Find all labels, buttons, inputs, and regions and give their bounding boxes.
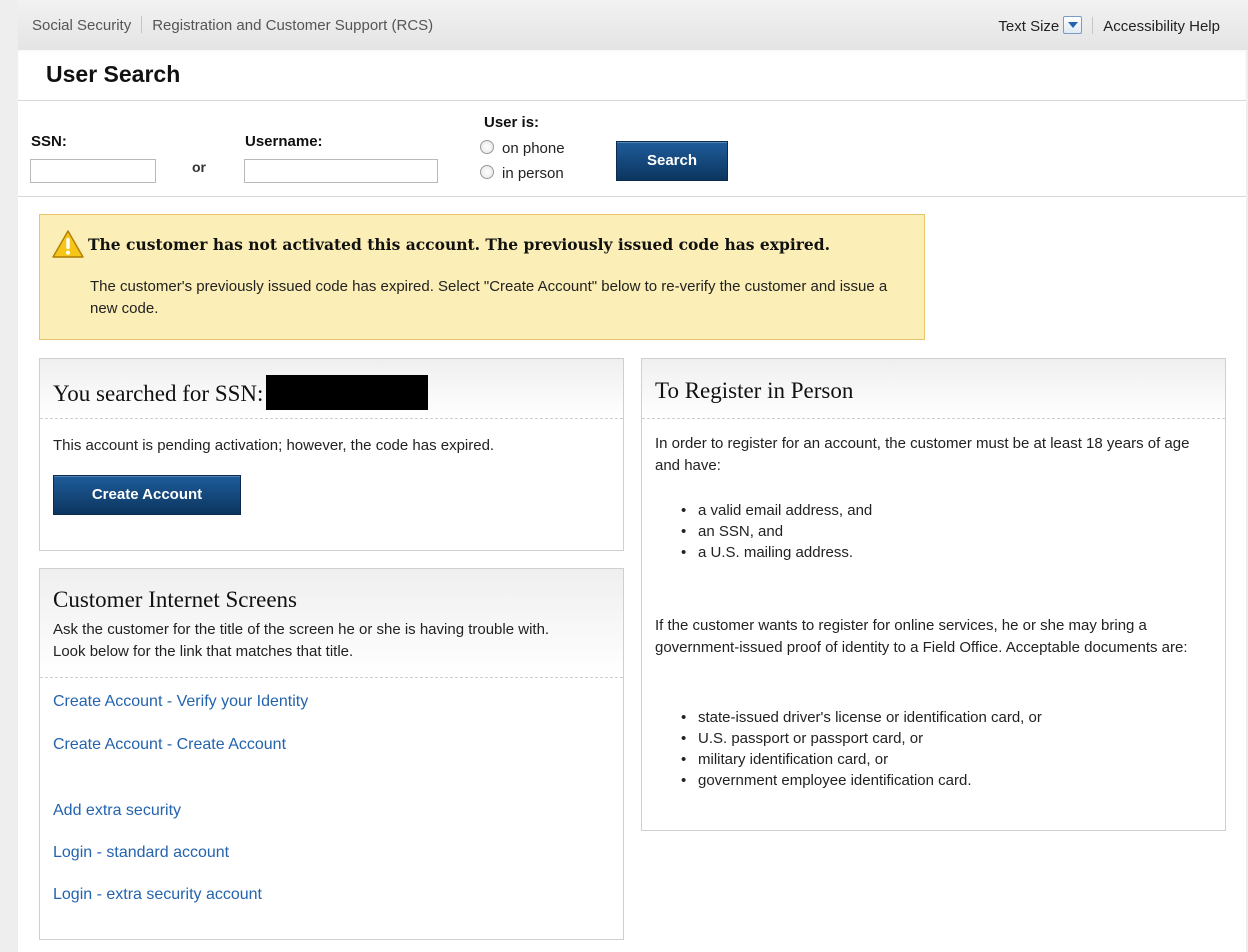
page-title: User Search bbox=[46, 61, 181, 87]
username-input[interactable] bbox=[244, 159, 438, 183]
register-intro: In order to register for an account, the… bbox=[655, 435, 1190, 474]
customer-screens-panel: Customer Internet Screens Ask the custom… bbox=[39, 568, 624, 940]
list-item: a U.S. mailing address. bbox=[678, 542, 872, 563]
documents-list: state-issued driver's license or identif… bbox=[678, 707, 1042, 791]
divider bbox=[40, 677, 623, 678]
chevron-down-icon[interactable] bbox=[1063, 16, 1083, 34]
screens-panel-description: Ask the customer for the title of the sc… bbox=[53, 621, 550, 660]
link-login-standard-account[interactable]: Login - standard account bbox=[53, 844, 229, 862]
warning-icon bbox=[52, 230, 84, 258]
text-size-label: Text Size bbox=[998, 18, 1060, 35]
ssn-panel-message: This account is pending activation; howe… bbox=[53, 437, 495, 454]
app-name: Registration and Customer Support (RCS) bbox=[152, 17, 434, 34]
screens-panel-title: Customer Internet Screens bbox=[53, 587, 297, 612]
redacted-ssn bbox=[266, 375, 429, 410]
link-add-extra-security[interactable]: Add extra security bbox=[53, 802, 181, 820]
list-item: government employee identification card. bbox=[678, 770, 1042, 791]
register-panel-title: To Register in Person bbox=[655, 378, 854, 403]
warning-alert: The customer has not activated this acco… bbox=[39, 214, 925, 340]
search-button[interactable]: Search bbox=[616, 141, 728, 181]
top-bar: Social Security Registration and Customer… bbox=[18, 0, 1248, 50]
list-item: state-issued driver's license or identif… bbox=[678, 707, 1042, 728]
link-create-account-create-account[interactable]: Create Account - Create Account bbox=[53, 736, 286, 754]
divider bbox=[642, 418, 1225, 419]
requirements-list: a valid email address, and an SSN, and a… bbox=[678, 500, 872, 563]
user-is-label: User is: bbox=[484, 114, 540, 131]
link-create-account-verify-identity[interactable]: Create Account - Verify your Identity bbox=[53, 693, 308, 711]
user-search-form: SSN: or Username: User is: on phone in p… bbox=[18, 101, 1246, 197]
create-account-button[interactable]: Create Account bbox=[53, 475, 241, 515]
divider bbox=[40, 418, 623, 419]
panel-header: You searched for SSN: bbox=[40, 359, 623, 418]
divider bbox=[141, 16, 143, 33]
list-item: a valid email address, and bbox=[678, 500, 872, 521]
radio-on-phone-label: on phone bbox=[502, 140, 565, 157]
divider bbox=[1092, 17, 1094, 34]
radio-in-person[interactable]: in person bbox=[480, 165, 564, 182]
ssn-result-panel: You searched for SSN: This account is pe… bbox=[39, 358, 624, 551]
radio-icon[interactable] bbox=[480, 140, 494, 154]
main-content: User Search SSN: or Username: User is: o… bbox=[18, 50, 1246, 952]
radio-icon[interactable] bbox=[480, 165, 494, 179]
ssn-panel-title: You searched for SSN: bbox=[53, 375, 429, 410]
list-item: U.S. passport or passport card, or bbox=[678, 728, 1042, 749]
radio-on-phone[interactable]: on phone bbox=[480, 140, 565, 157]
link-login-extra-security-account[interactable]: Login - extra security account bbox=[53, 886, 262, 904]
register-in-person-panel: To Register in Person In order to regist… bbox=[641, 358, 1226, 831]
page: Social Security Registration and Customer… bbox=[0, 0, 1248, 952]
register-online-text: If the customer wants to register for on… bbox=[655, 617, 1188, 656]
username-label: Username: bbox=[245, 133, 323, 150]
site-name[interactable]: Social Security bbox=[32, 17, 131, 34]
panel-header: To Register in Person bbox=[642, 359, 1225, 418]
accessibility-help-link[interactable]: Accessibility Help bbox=[1103, 18, 1220, 35]
ssn-panel-title-text: You searched for SSN: bbox=[53, 381, 264, 406]
alert-heading: The customer has not activated this acco… bbox=[88, 235, 830, 254]
panel-header: Customer Internet Screens Ask the custom… bbox=[40, 569, 623, 677]
list-item: an SSN, and bbox=[678, 521, 872, 542]
list-item: military identification card, or bbox=[678, 749, 1042, 770]
alert-body: The customer's previously issued code ha… bbox=[90, 278, 888, 317]
breadcrumb: Social Security Registration and Customer… bbox=[32, 16, 433, 34]
or-label: or bbox=[192, 159, 206, 175]
ssn-input[interactable] bbox=[30, 159, 156, 183]
top-right-tools: Text Size Accessibility Help bbox=[998, 16, 1220, 35]
radio-in-person-label: in person bbox=[502, 165, 564, 182]
title-bar: User Search bbox=[18, 50, 1246, 101]
ssn-label: SSN: bbox=[31, 133, 67, 150]
